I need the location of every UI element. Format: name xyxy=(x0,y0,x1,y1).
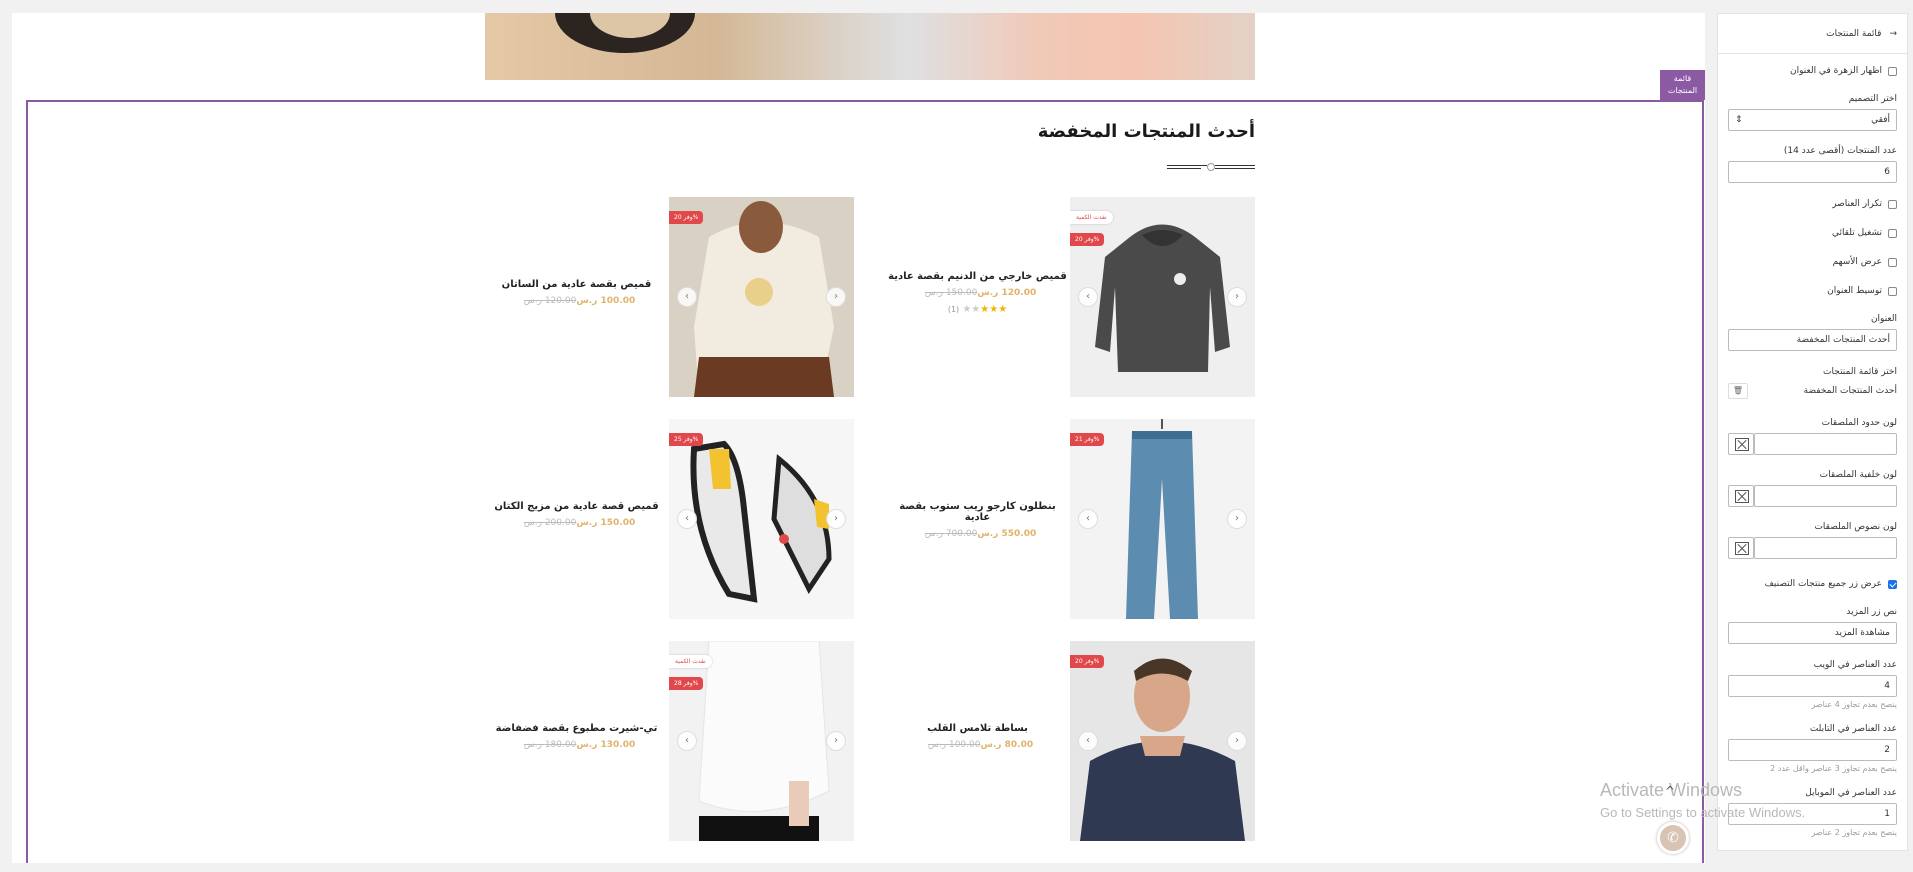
count-label: عدد المنتجات (أقصى عدد 14) xyxy=(1783,146,1897,156)
design-label: اختر التصميم xyxy=(1848,94,1897,104)
product-name[interactable]: تي-شيرت مطبوع بقصة فضفاضة xyxy=(484,723,669,734)
product-name[interactable]: بساطة تلامس القلب xyxy=(885,723,1070,734)
chevron-right-icon[interactable]: › xyxy=(826,509,846,529)
sale-badge: وفر 20% xyxy=(1070,233,1105,246)
web-count-hint: ينصح بعدم تجاوز 4 عناصر xyxy=(1811,700,1897,709)
product-price: 100.00 ر.س120.00 ر.س xyxy=(523,296,636,306)
products-section-frame[interactable] xyxy=(26,100,1704,863)
product-card[interactable]: وفر 25% ‹ › قميص قصة عادية من مزيج الكتا… xyxy=(484,419,854,619)
design-select[interactable]: أفقي ⇕ xyxy=(1728,109,1897,131)
chevron-right-icon[interactable]: › xyxy=(826,287,846,307)
chevron-left-icon[interactable]: ‹ xyxy=(677,509,697,529)
settings-panel: → قائمة المنتجات اظهار الزهرة في العنوان… xyxy=(1717,13,1908,851)
product-card[interactable]: نفدت الكمية وفر 28% ‹ › تي-شيرت مطبوع بق… xyxy=(484,641,854,841)
select-arrows-icon: ⇕ xyxy=(1735,115,1743,125)
chevron-left-icon[interactable]: ‹ xyxy=(1078,287,1098,307)
title-input[interactable]: أحدث المنتجات المخفضة xyxy=(1728,329,1897,351)
chevron-left-icon[interactable]: ‹ xyxy=(677,731,697,751)
sale-badge: وفر 20% xyxy=(1070,655,1105,668)
title-divider xyxy=(1157,161,1255,173)
tablet-count-label: عدد العناصر في التابلت xyxy=(1809,724,1897,734)
model-sweater-icon[interactable]: وفر 20% ‹ › xyxy=(1070,641,1255,841)
repeat-checkbox[interactable]: تكرار العناصر xyxy=(1728,199,1897,209)
chevron-right-icon[interactable]: › xyxy=(826,731,846,751)
mobile-count-hint: ينصح بعدم تجاوز 2 عناصر xyxy=(1811,828,1897,837)
sale-badge: وفر 21% xyxy=(1070,433,1105,446)
product-price: 150.00 ر.س200.00 ر.س xyxy=(523,518,636,528)
sneakers-icon[interactable]: وفر 25% ‹ › xyxy=(669,419,854,619)
empty-color-swatch-icon[interactable] xyxy=(1728,433,1754,455)
center-title-checkbox[interactable]: توسيط العنوان xyxy=(1728,286,1897,296)
sale-badge: وفر 25% xyxy=(669,433,704,446)
preview-canvas: قائمة المنتجات أحدث المنتجات المخفضة نفد… xyxy=(12,13,1705,863)
panel-back-label[interactable]: قائمة المنتجات xyxy=(1826,29,1881,39)
product-price: 130.00 ر.س180.00 ر.س xyxy=(523,740,636,750)
product-name[interactable]: بنطلون كارجو ريب ستوب بقصة عادية xyxy=(885,501,1070,523)
tablet-count-input[interactable]: 2 xyxy=(1728,739,1897,761)
product-card[interactable]: وفر 20% ‹ › بساطة تلامس القلب 80.00 ر.س1… xyxy=(885,641,1255,841)
rating-stars: ★★★★★ (1) xyxy=(947,304,1008,315)
chevron-right-icon[interactable]: › xyxy=(1227,509,1247,529)
section-tag[interactable]: قائمة المنتجات xyxy=(1660,70,1705,100)
tag-text-color-input[interactable] xyxy=(1754,537,1897,559)
web-count-input[interactable]: 4 xyxy=(1728,675,1897,697)
windows-activation-watermark: Activate Windows Go to Settings to activ… xyxy=(1600,780,1806,820)
tablet-count-hint: ينصح بعدم تجاوز 3 عناصر واقل عدد 2 xyxy=(1770,764,1897,773)
chevron-right-icon[interactable]: › xyxy=(1227,287,1247,307)
tag-bg-color-input[interactable] xyxy=(1754,485,1897,507)
web-count-label: عدد العناصر في الويب xyxy=(1813,660,1897,670)
more-text-input[interactable]: مشاهدة المزيد xyxy=(1728,622,1897,644)
sale-badge: وفر 20% xyxy=(669,211,704,224)
banner-image xyxy=(485,13,1255,80)
product-card[interactable]: نفدت الكمية وفر 20% ‹ › قميص خارجي من ال… xyxy=(885,197,1255,397)
chevron-left-icon[interactable]: ‹ xyxy=(1078,509,1098,529)
product-info: بنطلون كارجو ريب ستوب بقصة عادية 550.00 … xyxy=(885,419,1070,619)
chevron-right-icon[interactable]: › xyxy=(1227,731,1247,751)
product-price: 80.00 ر.س100.00 ر.س xyxy=(927,740,1034,750)
product-info: بساطة تلامس القلب 80.00 ر.س100.00 ر.س xyxy=(885,641,1070,841)
selected-list: أحدث المنتجات المخفضة xyxy=(1803,386,1897,396)
sale-badge: وفر 28% xyxy=(669,677,704,690)
tag-border-color-input[interactable] xyxy=(1754,433,1897,455)
out-of-stock-badge: نفدت الكمية xyxy=(669,655,712,668)
tag-text-label: لون نصوص الملصقات xyxy=(1814,522,1897,532)
product-info: قميص قصة عادية من مزيج الكتان 150.00 ر.س… xyxy=(484,419,669,619)
whatsapp-icon[interactable]: ✆ xyxy=(1657,822,1689,854)
arrows-checkbox[interactable]: عرض الأسهم xyxy=(1728,257,1897,267)
product-card[interactable]: وفر 21% ‹ › بنطلون كارجو ريب ستوب بقصة ع… xyxy=(885,419,1255,619)
hoodie-icon[interactable]: نفدت الكمية وفر 20% ‹ › xyxy=(1070,197,1255,397)
arrow-right-icon[interactable]: → xyxy=(1889,29,1897,39)
jeans-icon[interactable]: وفر 21% ‹ › xyxy=(1070,419,1255,619)
section-title: أحدث المنتجات المخفضة xyxy=(1037,121,1255,142)
product-info: قميص خارجي من الدنيم بقصة عادية 120.00 ر… xyxy=(885,197,1070,397)
show-flower-checkbox[interactable]: اظهار الزهرة في العنوان xyxy=(1728,66,1897,76)
chevron-left-icon[interactable]: ‹ xyxy=(1078,731,1098,751)
title-label: العنوان xyxy=(1870,314,1897,324)
count-input[interactable]: 6 xyxy=(1728,161,1897,183)
empty-color-swatch-icon[interactable] xyxy=(1728,537,1754,559)
product-info: قميص بقصة عادية من الساتان 100.00 ر.س120… xyxy=(484,197,669,397)
product-name[interactable]: قميص قصة عادية من مزيج الكتان xyxy=(484,501,669,512)
tag-bg-label: لون خلفية الملصقات xyxy=(1819,470,1897,480)
product-name[interactable]: قميص بقصة عادية من الساتان xyxy=(484,279,669,290)
product-card[interactable]: وفر 20% ‹ › قميص بقصة عادية من الساتان 1… xyxy=(484,197,854,397)
out-of-stock-badge: نفدت الكمية xyxy=(1070,211,1113,224)
choose-list-label: اختر قائمة المنتجات xyxy=(1823,367,1897,377)
product-name[interactable]: قميص خارجي من الدنيم بقصة عادية xyxy=(885,271,1070,282)
product-price: 120.00 ر.س150.00 ر.س xyxy=(924,288,1037,298)
empty-color-swatch-icon[interactable] xyxy=(1728,485,1754,507)
chevron-up-icon[interactable]: ^ xyxy=(1665,784,1675,798)
show-all-checkbox[interactable]: عرض زر جميع منتجات التصنيف xyxy=(1728,579,1897,589)
tag-border-label: لون حدود الملصقات xyxy=(1821,418,1897,428)
panel-header[interactable]: → قائمة المنتجات xyxy=(1718,14,1907,54)
autoplay-checkbox[interactable]: تشغيل تلقائي xyxy=(1728,228,1897,238)
chevron-left-icon[interactable]: ‹ xyxy=(677,287,697,307)
trash-icon[interactable]: 🗑 xyxy=(1728,383,1748,399)
white-shirt-icon[interactable]: نفدت الكمية وفر 28% ‹ › xyxy=(669,641,854,841)
sweater-icon[interactable]: وفر 20% ‹ › xyxy=(669,197,854,397)
product-info: تي-شيرت مطبوع بقصة فضفاضة 130.00 ر.س180.… xyxy=(484,641,669,841)
more-text-label: نص زر المزيد xyxy=(1846,607,1897,617)
product-price: 550.00 ر.س700.00 ر.س xyxy=(924,529,1037,539)
